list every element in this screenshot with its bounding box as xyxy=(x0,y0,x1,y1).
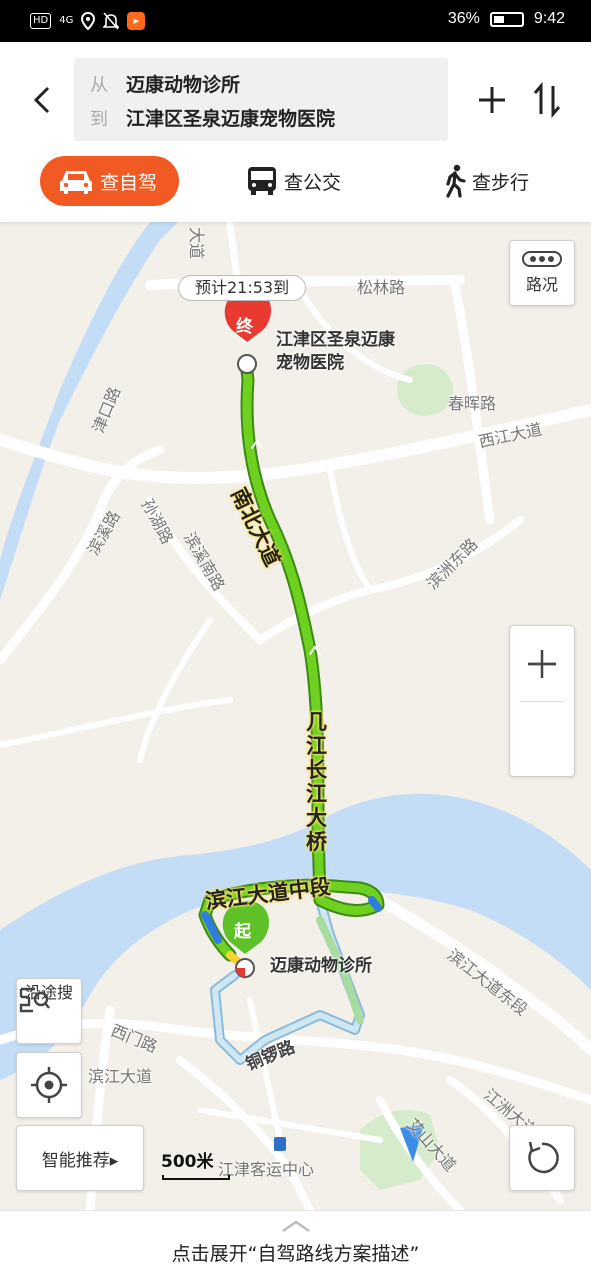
battery-percent: 36% xyxy=(447,10,480,27)
route-road-bridge: 几江长江大桥 xyxy=(306,710,327,854)
road-label: 大道 xyxy=(187,227,206,260)
along-search-button[interactable]: 沿途搜 xyxy=(16,978,82,1044)
location-icon xyxy=(81,12,96,30)
poi-bus-station[interactable]: 江津客运中心 xyxy=(218,1156,314,1180)
tab-walk[interactable]: 查步行 xyxy=(444,156,529,206)
tab-drive-label: 查自驾 xyxy=(100,171,158,194)
zoom-out-icon[interactable] xyxy=(510,626,574,701)
route-input-box[interactable]: 从 迈康动物诊所 到 江津区圣泉迈康宠物医院 xyxy=(74,58,448,141)
expand-description-text[interactable]: 点击展开“自驾路线方案描述” xyxy=(0,1239,591,1266)
back-icon[interactable] xyxy=(22,80,62,120)
app-icon: ▸ xyxy=(127,12,146,30)
bus-icon xyxy=(248,167,276,195)
end-marker-label: 终 xyxy=(236,317,253,337)
travel-mode-tabs: 查自驾 查公交 查步行 xyxy=(0,156,591,212)
zoom-divider xyxy=(520,701,564,702)
tab-bus[interactable]: 查公交 xyxy=(246,156,341,206)
car-icon xyxy=(60,171,92,194)
road-label: 春晖路 xyxy=(448,394,496,413)
to-value[interactable]: 江津区圣泉迈康宠物医院 xyxy=(126,104,335,131)
from-label: 从 xyxy=(90,74,108,96)
add-waypoint-icon[interactable] xyxy=(476,84,508,116)
traffic-icon xyxy=(522,251,562,267)
bus-station-icon xyxy=(274,1137,286,1151)
map-scale-bar xyxy=(162,1175,230,1180)
road-label: 松林路 xyxy=(357,278,406,297)
tab-bus-label: 查公交 xyxy=(284,171,342,194)
refresh-button[interactable] xyxy=(509,1125,575,1191)
along-search-icon xyxy=(19,987,50,1013)
from-value[interactable]: 迈康动物诊所 xyxy=(126,70,240,97)
locate-icon xyxy=(31,1067,67,1103)
tab-drive[interactable]: 查自驾 xyxy=(40,156,180,206)
start-marker-label: 起 xyxy=(234,922,251,942)
status-bar: HD 4G ▸ 36% 9:42 xyxy=(0,0,591,42)
battery-icon xyxy=(489,11,524,27)
end-poi-line2: 宠物医院 xyxy=(276,353,344,373)
clock: 9:42 xyxy=(533,10,565,27)
route-description-bar[interactable]: 点击展开“自驾路线方案描述” xyxy=(0,1210,591,1280)
park xyxy=(397,364,453,416)
tab-walk-label: 查步行 xyxy=(472,171,530,194)
refresh-icon xyxy=(528,1141,559,1174)
route-header: 从 迈康动物诊所 到 江津区圣泉迈康宠物医院 查自驾 查公交 查步行 xyxy=(0,42,591,222)
smart-recommend-button[interactable]: 智能推荐▸ xyxy=(16,1125,144,1191)
to-label: 到 xyxy=(90,108,108,130)
from-row[interactable]: 从 迈康动物诊所 xyxy=(90,70,240,97)
chevron-up-icon[interactable] xyxy=(281,1219,311,1233)
traffic-label: 路况 xyxy=(525,275,558,294)
map-scale-text: 500米 xyxy=(161,1152,214,1172)
swap-icon[interactable] xyxy=(532,82,562,118)
status-right: 36% 9:42 xyxy=(448,10,565,28)
mute-icon xyxy=(103,12,120,30)
traffic-button[interactable]: 路况 xyxy=(509,240,575,306)
hd-icon: HD xyxy=(30,13,52,29)
signal-icon: 4G xyxy=(59,15,74,26)
road-label: 滨江大道 xyxy=(88,1067,152,1086)
start-poi-label[interactable]: 迈康动物诊所 xyxy=(270,955,372,978)
to-row[interactable]: 到 江津区圣泉迈康宠物医院 xyxy=(90,104,335,131)
status-left-icons: HD 4G ▸ xyxy=(30,12,146,30)
locate-button[interactable] xyxy=(16,1052,82,1118)
eta-badge: 预计21:53到 xyxy=(178,275,307,301)
end-poi-line1: 江津区圣泉迈康 xyxy=(276,330,395,350)
zoom-control xyxy=(509,625,575,777)
end-poi-label[interactable]: 江津区圣泉迈康 宠物医院 xyxy=(276,329,395,375)
walk-icon xyxy=(446,164,466,198)
map-view[interactable]: 终 起 预计21:53到 江津区圣泉迈康 宠物医院 迈康动物诊所 南北大道 几江… xyxy=(0,222,591,1210)
